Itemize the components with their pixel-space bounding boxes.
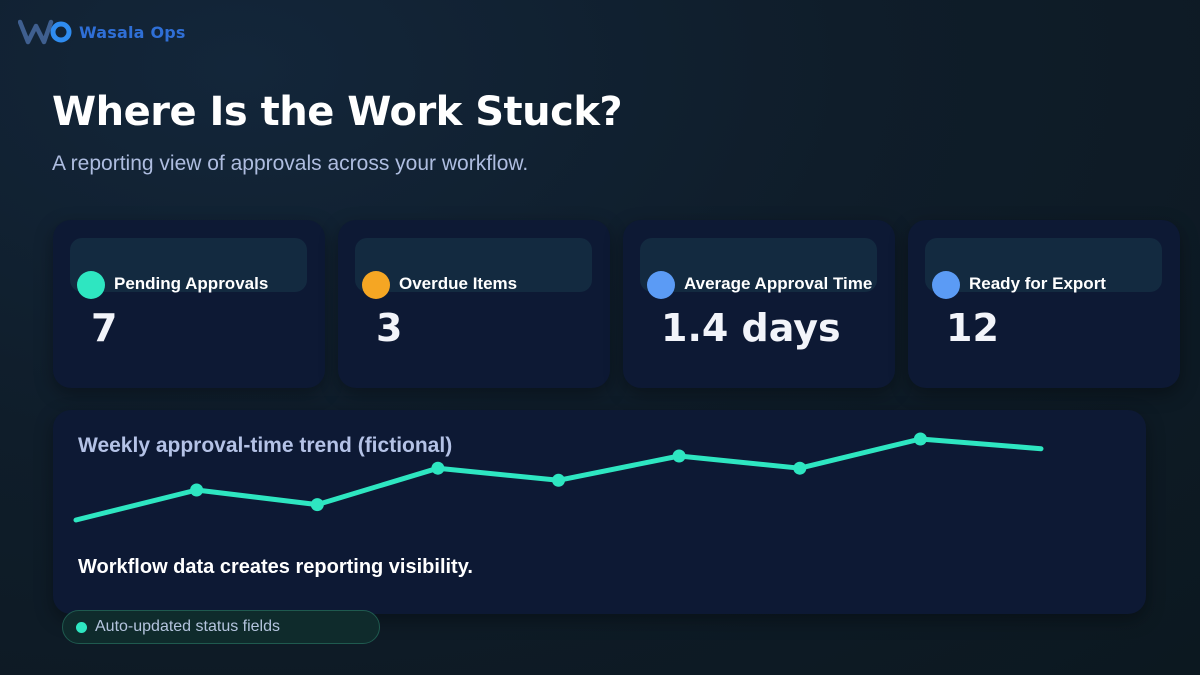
trend-point <box>793 461 807 475</box>
page-title: Where Is the Work Stuck? <box>52 89 623 135</box>
kpi-card-ready-for-export[interactable]: Ready for Export 12 <box>908 220 1180 388</box>
kpi-label: Average Approval Time <box>684 274 873 293</box>
status-dot-icon <box>362 271 390 299</box>
trend-point <box>672 449 686 463</box>
trend-point <box>552 473 565 487</box>
kpi-label: Overdue Items <box>399 274 518 293</box>
status-pill: Auto-updated status fields <box>62 610 380 644</box>
trend-caption: Workflow data creates reporting visibili… <box>78 556 473 578</box>
kpi-label: Ready for Export <box>969 274 1106 293</box>
page: Wasala Ops Where Is the Work Stuck? A re… <box>0 0 1200 675</box>
status-dot-icon <box>932 271 960 299</box>
wasala-logo-icon <box>18 19 72 45</box>
trend-point <box>190 483 204 497</box>
status-dot-icon <box>647 271 675 299</box>
kpi-value: 1.4 days <box>661 306 841 350</box>
trend-point <box>431 461 445 475</box>
trend-card: Weekly approval-time trend (fictional) W… <box>53 410 1146 614</box>
kpi-card-overdue-items[interactable]: Overdue Items 3 <box>338 220 610 388</box>
kpi-value: 12 <box>946 306 999 350</box>
trend-point <box>310 498 324 512</box>
status-dot-icon <box>77 271 105 299</box>
status-dot-icon <box>76 621 87 633</box>
status-pill-label: Auto-updated status fields <box>95 618 281 635</box>
brand-name: Wasala Ops <box>79 22 186 42</box>
kpi-value: 3 <box>376 306 403 350</box>
kpi-value: 7 <box>91 306 118 350</box>
page-subtitle: A reporting view of approvals across you… <box>52 152 529 175</box>
brand[interactable]: Wasala Ops <box>18 17 186 47</box>
kpi-label: Pending Approvals <box>114 274 269 293</box>
kpi-card-pending-approvals[interactable]: Pending Approvals 7 <box>53 220 325 388</box>
trend-point <box>913 432 927 446</box>
kpi-card-average-approval-time[interactable]: Average Approval Time 1.4 days <box>623 220 895 388</box>
trend-title: Weekly approval-time trend (fictional) <box>78 434 453 457</box>
